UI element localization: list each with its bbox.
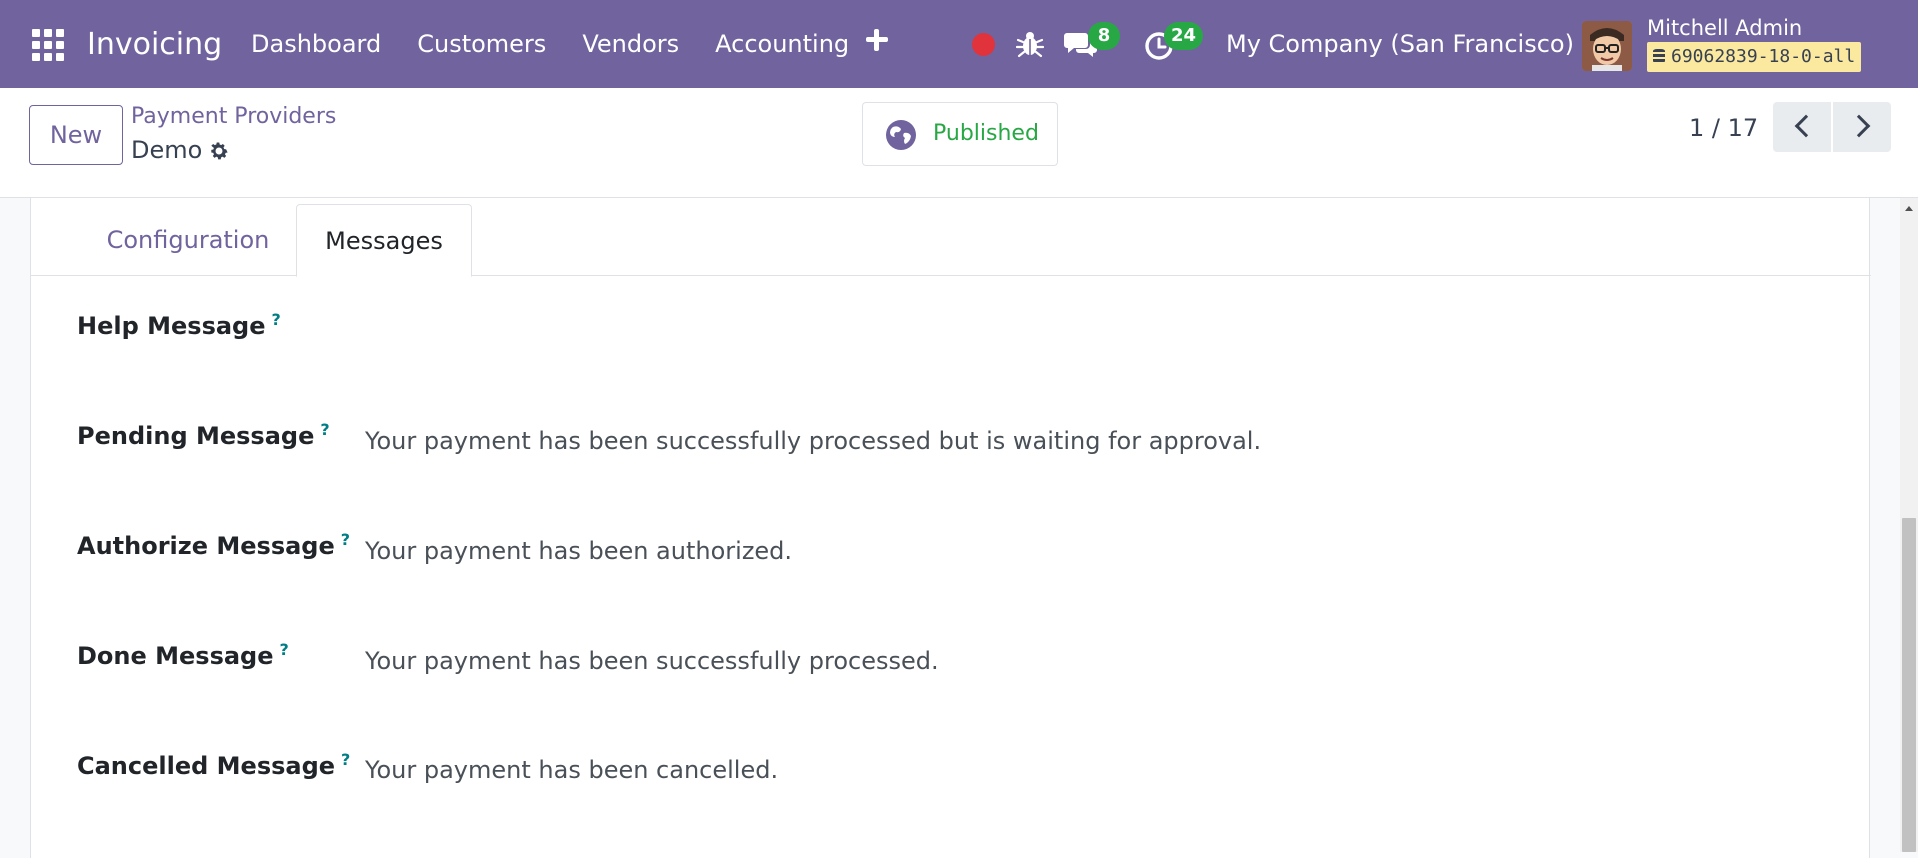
published-label: Published <box>933 121 1039 146</box>
database-badge: 69062839-18-0-all <box>1647 42 1862 72</box>
scrollbar-thumb[interactable] <box>1902 518 1916 852</box>
menu-vendors[interactable]: Vendors <box>582 30 679 58</box>
help-message-label: Help Message? <box>77 310 281 340</box>
help-tooltip-icon[interactable]: ? <box>341 750 350 769</box>
bug-icon[interactable] <box>1016 30 1044 58</box>
new-button[interactable]: New <box>29 105 123 165</box>
notebook-tabs: Configuration Messages <box>31 198 1871 277</box>
pager-next-button[interactable] <box>1833 102 1891 152</box>
database-name: 69062839-18-0-all <box>1671 46 1856 67</box>
pager-previous-button[interactable] <box>1773 102 1831 152</box>
menu-customers[interactable]: Customers <box>417 30 546 58</box>
apps-menu-icon[interactable] <box>32 29 64 61</box>
user-name[interactable]: Mitchell Admin <box>1647 16 1802 40</box>
plus-icon[interactable] <box>864 27 890 53</box>
cancelled-message-label-text: Cancelled Message <box>77 752 336 780</box>
help-tooltip-icon[interactable]: ? <box>320 420 329 439</box>
menu-accounting[interactable]: Accounting <box>715 30 849 58</box>
pending-message-value[interactable]: Your payment has been successfully proce… <box>365 427 1261 455</box>
record-icon[interactable] <box>972 33 995 56</box>
activities-count-badge: 24 <box>1164 22 1204 50</box>
help-message-label-text: Help Message <box>77 312 266 340</box>
cancelled-message-label: Cancelled Message? <box>77 750 350 780</box>
database-icon <box>1653 49 1665 63</box>
menu-dashboard[interactable]: Dashboard <box>251 30 381 58</box>
chevron-left-icon <box>1794 114 1818 138</box>
scroll-up-arrow-icon[interactable] <box>1905 206 1913 211</box>
control-panel: New Payment Providers Demo Published 1 /… <box>0 88 1918 198</box>
top-navbar: Invoicing Dashboard Customers Vendors Ac… <box>0 0 1918 88</box>
authorize-message-label: Authorize Message? <box>77 530 350 560</box>
user-avatar[interactable] <box>1582 21 1632 71</box>
avatar-illustration <box>1582 21 1632 71</box>
cancelled-message-value[interactable]: Your payment has been cancelled. <box>365 756 778 784</box>
help-tooltip-icon[interactable]: ? <box>280 640 289 659</box>
pager-value[interactable]: 1 / 17 <box>1689 114 1758 142</box>
pending-message-label: Pending Message? <box>77 420 330 450</box>
pending-message-label-text: Pending Message <box>77 422 315 450</box>
company-switcher[interactable]: My Company (San Francisco) <box>1226 30 1574 58</box>
done-message-label: Done Message? <box>77 640 289 670</box>
authorize-message-value[interactable]: Your payment has been authorized. <box>365 537 792 565</box>
messages-count-badge: 8 <box>1088 22 1120 50</box>
done-message-value[interactable]: Your payment has been successfully proce… <box>365 647 939 675</box>
globe-icon <box>886 120 916 150</box>
gear-icon[interactable] <box>208 140 230 162</box>
help-tooltip-icon[interactable]: ? <box>341 530 350 549</box>
published-toggle-button[interactable]: Published <box>862 102 1058 166</box>
tab-configuration[interactable]: Configuration <box>83 204 293 276</box>
app-title[interactable]: Invoicing <box>87 27 222 62</box>
main-menu: Dashboard Customers Vendors Accounting <box>251 30 885 58</box>
vertical-scrollbar[interactable] <box>1900 198 1918 852</box>
chevron-right-icon <box>1847 114 1871 138</box>
form-sheet: Configuration Messages Help Message? Pen… <box>30 198 1871 858</box>
help-tooltip-icon[interactable]: ? <box>272 310 281 329</box>
tab-messages[interactable]: Messages <box>296 204 472 277</box>
done-message-label-text: Done Message <box>77 642 274 670</box>
breadcrumb-payment-providers[interactable]: Payment Providers <box>131 104 336 129</box>
breadcrumb-current-record: Demo <box>131 136 203 164</box>
authorize-message-label-text: Authorize Message <box>77 532 335 560</box>
